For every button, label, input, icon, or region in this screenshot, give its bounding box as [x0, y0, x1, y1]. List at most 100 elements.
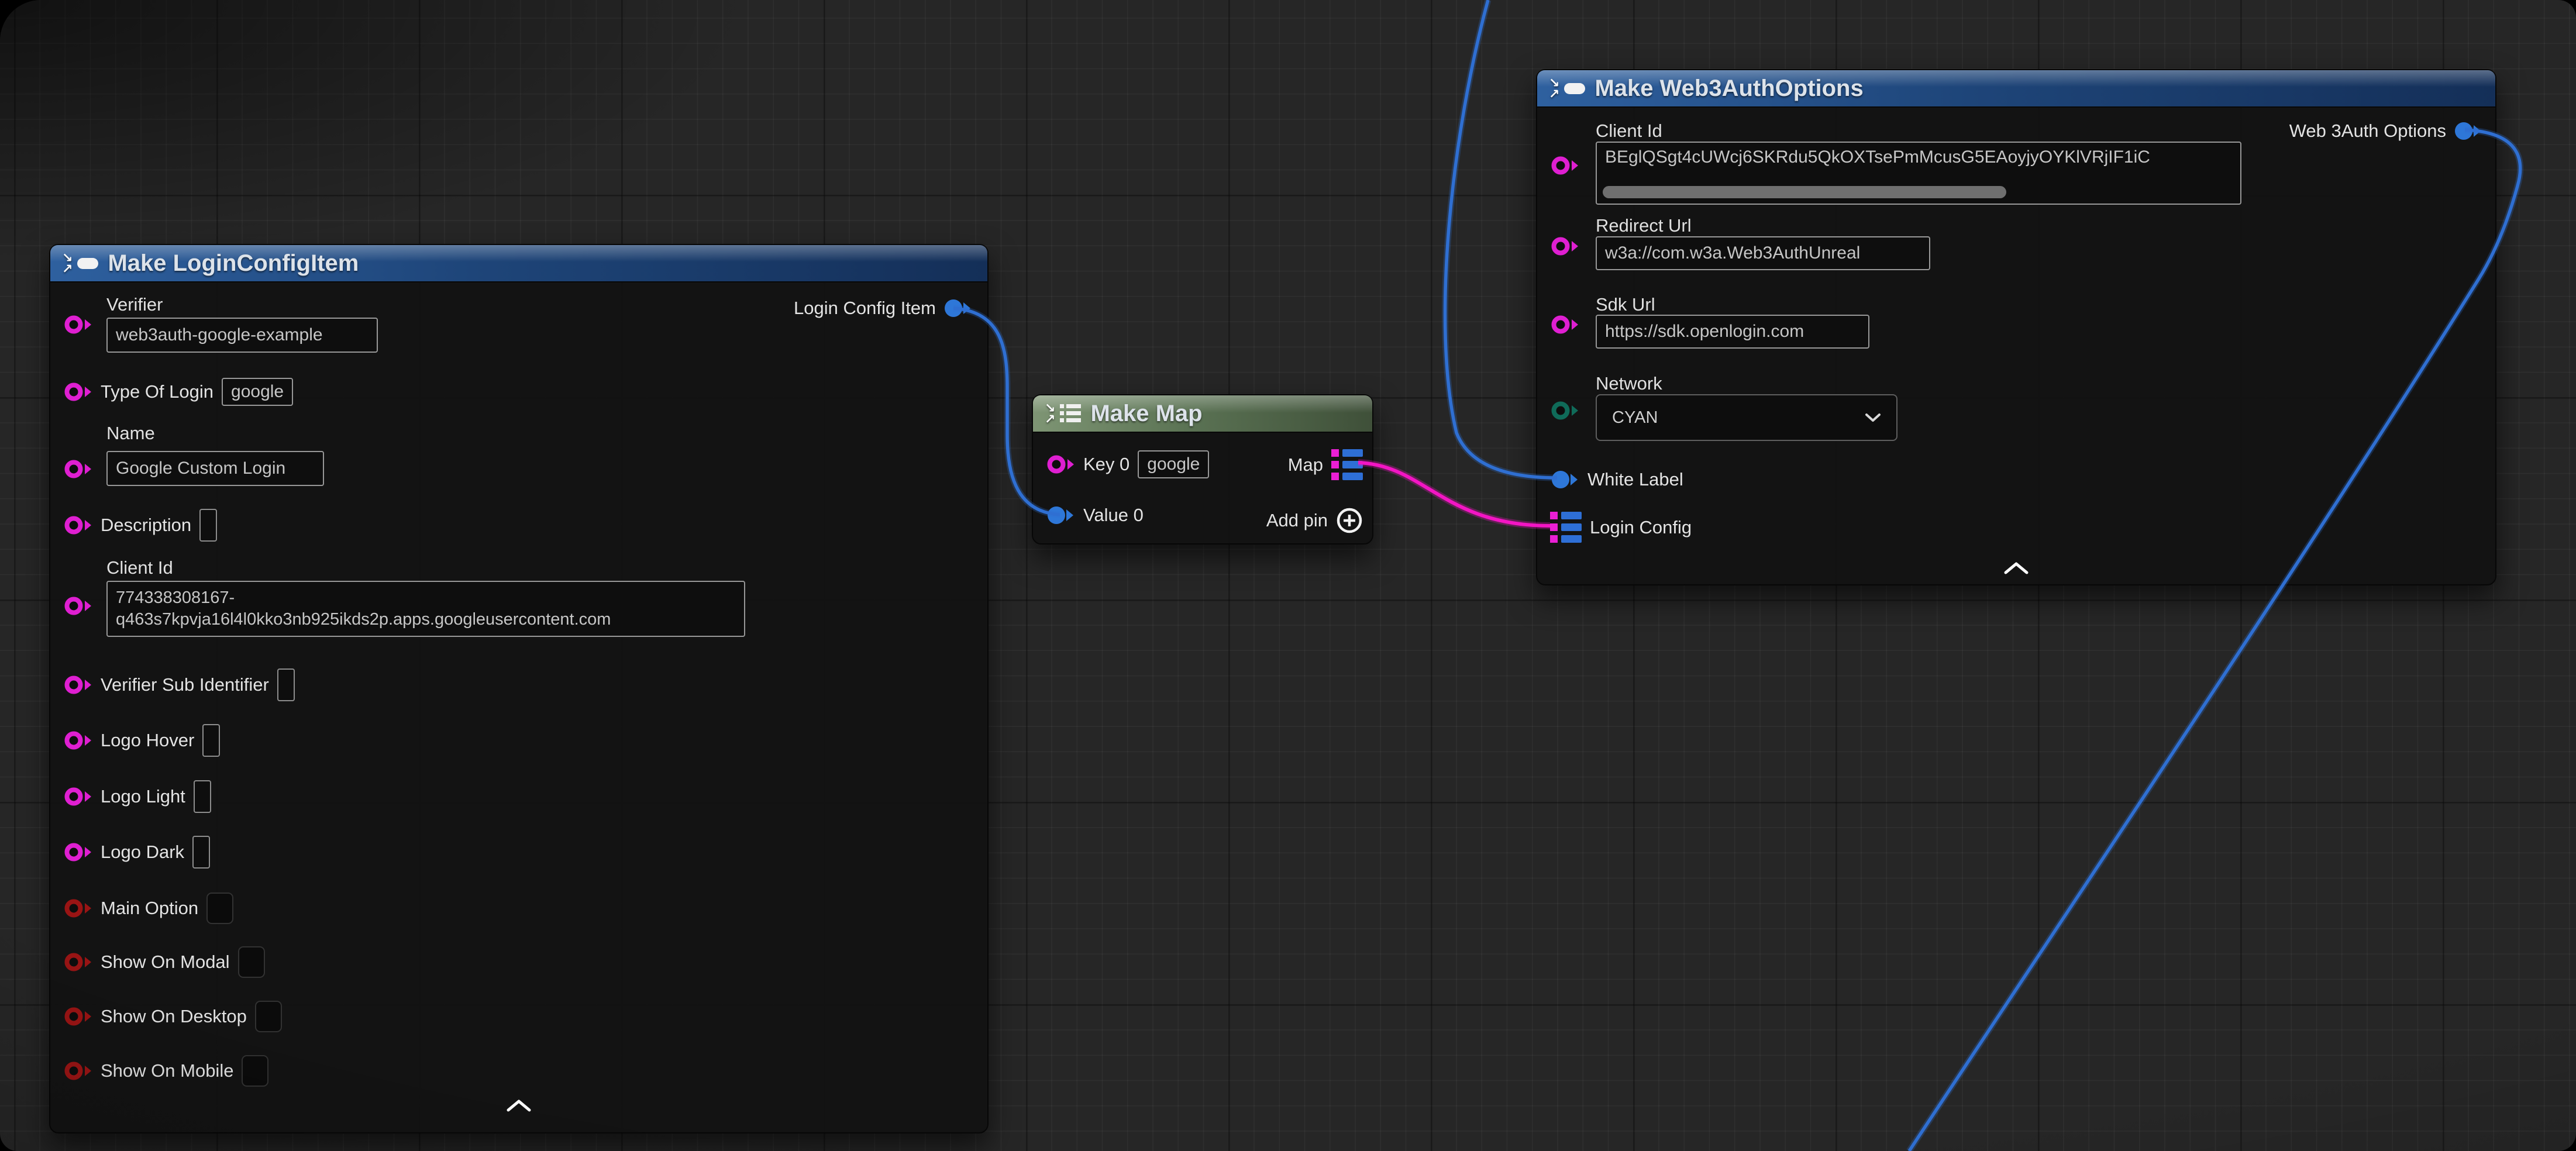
pin-label-name: Name — [106, 423, 155, 444]
pin-label-type-of-login: Type Of Login — [101, 381, 213, 402]
pin-label-main-option: Main Option — [101, 898, 198, 919]
struct-pin-icon[interactable] — [944, 298, 972, 319]
node-title: Make Web3AuthOptions — [1594, 75, 1863, 102]
string-pin-icon[interactable] — [64, 515, 92, 536]
string-pin-icon[interactable] — [1047, 454, 1075, 475]
pin-row-logo-hover: Logo Hover — [64, 724, 220, 757]
bool-pin-icon[interactable] — [64, 898, 92, 919]
pin-label-map: Map — [1288, 454, 1323, 475]
collapse-row — [1537, 561, 2495, 576]
pin-label-verifier: Verifier — [106, 294, 163, 315]
show-on-desktop-checkbox[interactable] — [255, 1001, 282, 1032]
node-header-make-loginconfigitem[interactable]: ↘↗ Make LoginConfigItem — [50, 245, 987, 282]
pin-label-key-0: Key 0 — [1083, 454, 1129, 475]
node-make-map[interactable]: ↘↗ Make Map Key 0 google Map Value 0 Add… — [1032, 394, 1373, 545]
pin-row-key-0: Key 0 google — [1047, 448, 1209, 481]
client-id-input[interactable]: BEglQSgt4cUWcj6SKRdu5QkOXTsePmMcusG5EAoy… — [1596, 142, 2241, 205]
collapse-row — [50, 1099, 987, 1113]
pin-row-verifier-sub-identifier: Verifier Sub Identifier — [64, 668, 295, 701]
horizontal-scrollbar[interactable] — [1603, 186, 2006, 198]
pin-label-logo-light: Logo Light — [101, 786, 185, 807]
struct-pin-icon[interactable] — [2454, 120, 2482, 142]
logo-dark-input[interactable] — [192, 836, 210, 869]
pin-row-type-of-login: Type Of Login google — [64, 375, 293, 408]
pin-label-logo-hover: Logo Hover — [101, 730, 194, 751]
blueprint-graph-canvas[interactable]: ↘↗ Make LoginConfigItem Login Config Ite… — [0, 0, 2576, 1151]
pin-label-description: Description — [101, 515, 191, 536]
node-make-loginconfigitem[interactable]: ↘↗ Make LoginConfigItem Login Config Ite… — [49, 244, 989, 1133]
pin-row-main-option: Main Option — [64, 892, 233, 925]
pin-row-show-on-desktop: Show On Desktop — [64, 1000, 282, 1033]
string-pin-icon[interactable] — [64, 595, 92, 616]
wire-map-to-login-config-glow — [1358, 463, 1550, 526]
string-pin-icon[interactable] — [64, 786, 92, 807]
string-pin-icon[interactable] — [1551, 314, 1579, 335]
pin-row-white-label: White Label — [1551, 463, 1683, 496]
node-header-make-web3authoptions[interactable]: ↘↗ Make Web3AuthOptions — [1537, 70, 2495, 108]
string-pin-icon[interactable] — [64, 730, 92, 751]
string-pin-icon[interactable] — [1551, 236, 1579, 257]
pin-row-logo-light: Logo Light — [64, 780, 211, 813]
pin-row-web3auth-options-output: Web 3Auth Options — [2289, 115, 2482, 147]
pin-label: Login Config Item — [794, 298, 936, 319]
description-input[interactable] — [199, 509, 217, 542]
logo-light-input[interactable] — [194, 780, 211, 813]
pin-label-client-id: Client Id — [1596, 120, 1662, 142]
verifier-input[interactable]: web3auth-google-example — [106, 318, 378, 353]
pin-row-show-on-mobile: Show On Mobile — [64, 1054, 268, 1087]
pin-label-logo-dark: Logo Dark — [101, 842, 184, 863]
logo-hover-input[interactable] — [202, 724, 220, 757]
bool-pin-icon[interactable] — [64, 1060, 92, 1081]
main-option-checkbox[interactable] — [206, 892, 233, 924]
pin-row-logo-dark: Logo Dark — [64, 836, 210, 869]
chevron-down-icon — [1865, 413, 1881, 422]
pin-row-value-0: Value 0 — [1047, 499, 1144, 532]
struct-pin-icon[interactable] — [1047, 505, 1075, 526]
map-pin-icon[interactable] — [1550, 511, 1582, 545]
bool-pin-icon[interactable] — [64, 952, 92, 973]
add-pin-label: Add pin — [1266, 510, 1328, 531]
pin-label-verifier-sub-identifier: Verifier Sub Identifier — [101, 674, 269, 695]
pin-row-description: Description — [64, 509, 217, 542]
string-pin-icon[interactable] — [64, 842, 92, 863]
name-input[interactable]: Google Custom Login — [106, 451, 324, 486]
enum-pin-icon[interactable] — [1551, 400, 1579, 421]
pin-label-show-on-mobile: Show On Mobile — [101, 1060, 233, 1081]
type-of-login-input[interactable]: google — [222, 378, 293, 406]
collapse-chevron-icon[interactable] — [506, 1099, 532, 1113]
string-pin-icon[interactable] — [1551, 155, 1579, 176]
struct-pin-icon[interactable] — [1551, 469, 1579, 490]
pin-row-show-on-modal: Show On Modal — [64, 946, 265, 978]
sdk-url-input[interactable]: https://sdk.openlogin.com — [1596, 315, 1869, 349]
show-on-modal-checkbox[interactable] — [238, 946, 265, 978]
add-pin-icon[interactable] — [1336, 507, 1363, 534]
node-header-make-map[interactable]: ↘↗ Make Map — [1033, 395, 1372, 433]
node-title: Make Map — [1090, 401, 1202, 427]
string-pin-icon[interactable] — [64, 381, 92, 402]
pin-label-network: Network — [1596, 373, 1662, 394]
network-dropdown[interactable]: CYAN — [1596, 394, 1897, 441]
string-pin-icon[interactable] — [64, 674, 92, 695]
make-map-icon: ↘↗ — [1045, 402, 1081, 425]
redirect-url-input[interactable]: w3a://com.w3a.Web3AuthUnreal — [1596, 236, 1930, 270]
pin-row-map-output: Map — [1288, 448, 1363, 482]
show-on-mobile-checkbox[interactable] — [242, 1055, 268, 1087]
key-0-input[interactable]: google — [1138, 450, 1209, 478]
pin-label-sdk-url: Sdk Url — [1596, 294, 1655, 315]
pin-label-login-config: Login Config — [1590, 517, 1692, 538]
pin-label-show-on-modal: Show On Modal — [101, 952, 230, 973]
string-pin-icon[interactable] — [64, 314, 92, 335]
pin-label-web3auth-options: Web 3Auth Options — [2289, 120, 2446, 142]
verifier-sub-identifier-input[interactable] — [277, 668, 295, 701]
pin-label-client-id: Client Id — [106, 557, 173, 578]
bool-pin-icon[interactable] — [64, 1006, 92, 1027]
pin-label-white-label: White Label — [1587, 469, 1683, 490]
node-make-web3authoptions[interactable]: ↘↗ Make Web3AuthOptions Web 3Auth Option… — [1536, 69, 2496, 585]
client-id-input[interactable]: 774338308167- q463s7kpvja16l4l0kko3nb925… — [106, 581, 745, 637]
collapse-chevron-icon[interactable] — [2003, 561, 2029, 576]
string-pin-icon[interactable] — [64, 459, 92, 480]
pin-row-login-config: Login Config — [1550, 511, 1692, 545]
pin-label-value-0: Value 0 — [1083, 505, 1144, 526]
map-pin-icon[interactable] — [1331, 448, 1363, 482]
node-title: Make LoginConfigItem — [108, 250, 359, 277]
